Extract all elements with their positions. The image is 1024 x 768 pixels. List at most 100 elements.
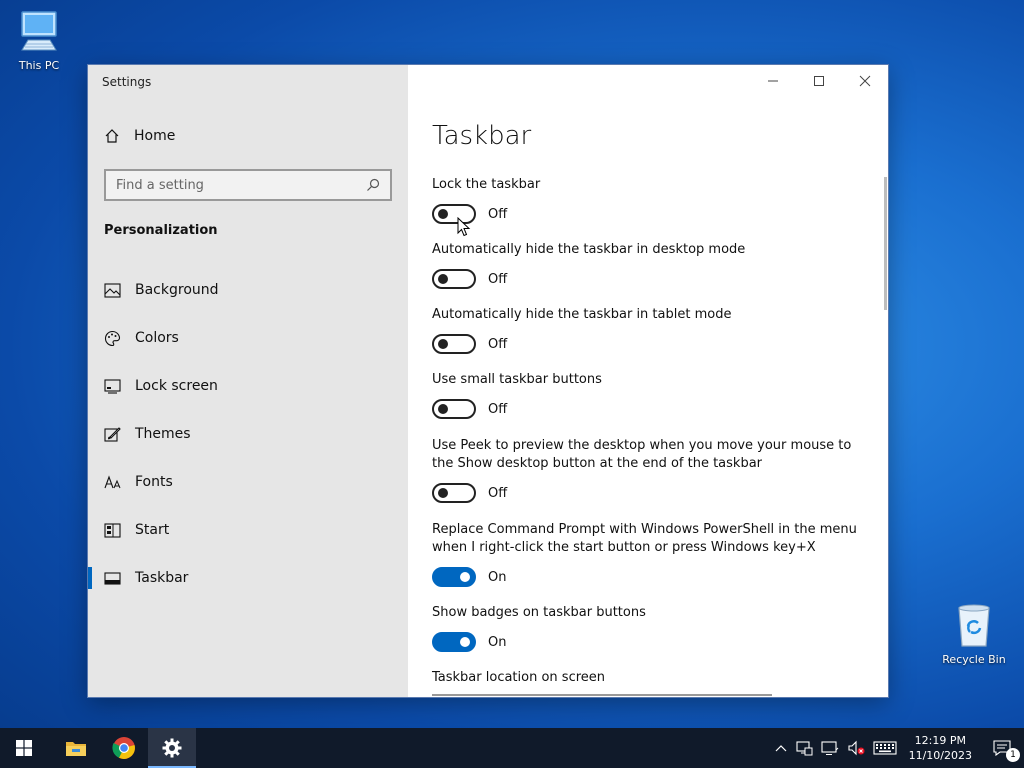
nav-item-themes[interactable]: Themes <box>88 410 408 458</box>
toggle-knob <box>438 209 448 219</box>
toggle-state: Off <box>488 401 508 417</box>
toggle-row: Off <box>432 204 862 224</box>
setting-label: Lock the taskbar <box>432 177 541 192</box>
scrollbar[interactable] <box>884 177 887 310</box>
taskbar: 12:19 PM 11/10/2023 1 <box>0 728 1024 768</box>
setting-lock-taskbar: Lock the taskbar Off <box>432 176 862 224</box>
setting-label: Show badges on taskbar buttons <box>432 605 646 620</box>
toggle-switch[interactable] <box>432 269 476 289</box>
toggle-knob <box>460 572 470 582</box>
maximize-button[interactable] <box>796 65 842 97</box>
toggle-switch[interactable] <box>432 334 476 354</box>
nav-item-taskbar[interactable]: Taskbar <box>88 554 408 602</box>
settings-nav-pane: Settings Home Personalization Background <box>88 65 408 697</box>
toggle-row: Off <box>432 399 862 419</box>
brush-icon <box>104 426 121 442</box>
volume-muted-icon <box>848 740 865 756</box>
setting-label: Use Peek to preview the desktop when you… <box>432 438 852 471</box>
toggle-knob <box>438 274 448 284</box>
taskbar-location-dropdown[interactable] <box>432 694 772 697</box>
tray-volume[interactable] <box>843 728 869 768</box>
nav-item-label: Start <box>135 522 170 538</box>
setting-taskbar-location: Taskbar location on screen <box>432 669 862 687</box>
window-controls <box>750 65 888 97</box>
toggle-state: On <box>488 634 507 650</box>
nav-list: Background Colors Lock screen Themes Fon… <box>88 266 408 602</box>
toggle-knob <box>438 488 448 498</box>
nav-item-colors[interactable]: Colors <box>88 314 408 362</box>
desktop-icon-label: Recycle Bin <box>942 653 1006 666</box>
setting-autohide-desktop: Automatically hide the taskbar in deskto… <box>432 241 862 289</box>
setting-label: Replace Command Prompt with Windows Powe… <box>432 522 857 555</box>
toggle-row: Off <box>432 483 862 503</box>
nav-item-label: Fonts <box>135 474 173 490</box>
desktop-icon-recycle-bin[interactable]: Recycle Bin <box>934 602 1014 666</box>
search-input[interactable] <box>116 177 356 193</box>
font-icon <box>104 474 121 488</box>
network-icon <box>796 741 813 756</box>
toggle-state: Off <box>488 336 508 352</box>
nav-section-heading: Personalization <box>104 223 218 238</box>
close-button[interactable] <box>842 65 888 97</box>
search-box <box>104 169 392 201</box>
toggle-switch[interactable] <box>432 567 476 587</box>
setting-label: Automatically hide the taskbar in tablet… <box>432 307 732 322</box>
toggle-row: On <box>432 567 862 587</box>
system-tray: 12:19 PM 11/10/2023 1 <box>771 728 1024 768</box>
clock-date: 11/10/2023 <box>908 749 972 762</box>
mouse-pointer-icon <box>457 217 471 237</box>
action-center-button[interactable]: 1 <box>980 728 1024 768</box>
nav-item-label: Colors <box>135 330 179 346</box>
tray-clock[interactable]: 12:19 PM 11/10/2023 <box>901 733 980 763</box>
close-icon <box>859 75 871 87</box>
toggle-state: Off <box>488 271 508 287</box>
monitor-icon <box>104 378 121 394</box>
toggle-row: Off <box>432 334 862 354</box>
nav-home[interactable]: Home <box>104 128 175 144</box>
setting-badges: Show badges on taskbar buttons On <box>432 604 862 652</box>
maximize-icon <box>814 76 824 86</box>
nav-item-start[interactable]: Start <box>88 506 408 554</box>
setting-powershell: Replace Command Prompt with Windows Powe… <box>432 521 862 587</box>
recycle-bin-icon <box>958 604 990 647</box>
toggle-state: Off <box>488 206 508 222</box>
nav-item-label: Lock screen <box>135 378 218 394</box>
tray-network[interactable] <box>791 728 817 768</box>
nav-item-label: Themes <box>135 426 191 442</box>
chrome-icon <box>112 737 135 759</box>
start-button[interactable] <box>0 728 48 768</box>
toggle-switch[interactable] <box>432 483 476 503</box>
desktop-icon-label: This PC <box>18 59 60 72</box>
toggle-knob <box>438 404 448 414</box>
tray-keyboard[interactable] <box>869 728 901 768</box>
notification-badge: 1 <box>1006 748 1020 762</box>
setting-autohide-tablet: Automatically hide the taskbar in tablet… <box>432 306 862 354</box>
tray-overflow-button[interactable] <box>771 728 791 768</box>
nav-item-lock-screen[interactable]: Lock screen <box>88 362 408 410</box>
setting-label: Use small taskbar buttons <box>432 372 602 387</box>
setting-label: Automatically hide the taskbar in deskto… <box>432 242 746 257</box>
minimize-button[interactable] <box>750 65 796 97</box>
home-icon <box>105 129 119 143</box>
nav-item-label: Background <box>135 282 219 298</box>
file-explorer-icon <box>66 742 86 756</box>
taskbar-file-explorer[interactable] <box>52 728 100 768</box>
settings-icon <box>162 738 182 758</box>
toggle-switch[interactable] <box>432 632 476 652</box>
toggle-switch[interactable] <box>432 399 476 419</box>
taskbar-icon <box>104 571 121 585</box>
display-icon <box>821 741 838 755</box>
toggle-row: On <box>432 632 862 652</box>
taskbar-settings[interactable] <box>148 728 196 768</box>
taskbar-chrome[interactable] <box>100 728 148 768</box>
nav-item-fonts[interactable]: Fonts <box>88 458 408 506</box>
toggle-state: Off <box>488 485 508 501</box>
tray-display[interactable] <box>817 728 843 768</box>
search-icon[interactable] <box>366 178 380 192</box>
toggle-knob <box>438 339 448 349</box>
toggle-state: On <box>488 569 507 585</box>
desktop-icon-this-pc[interactable]: This PC <box>0 8 79 72</box>
picture-icon <box>104 282 121 298</box>
nav-item-background[interactable]: Background <box>88 266 408 314</box>
nav-item-label: Taskbar <box>135 570 189 586</box>
